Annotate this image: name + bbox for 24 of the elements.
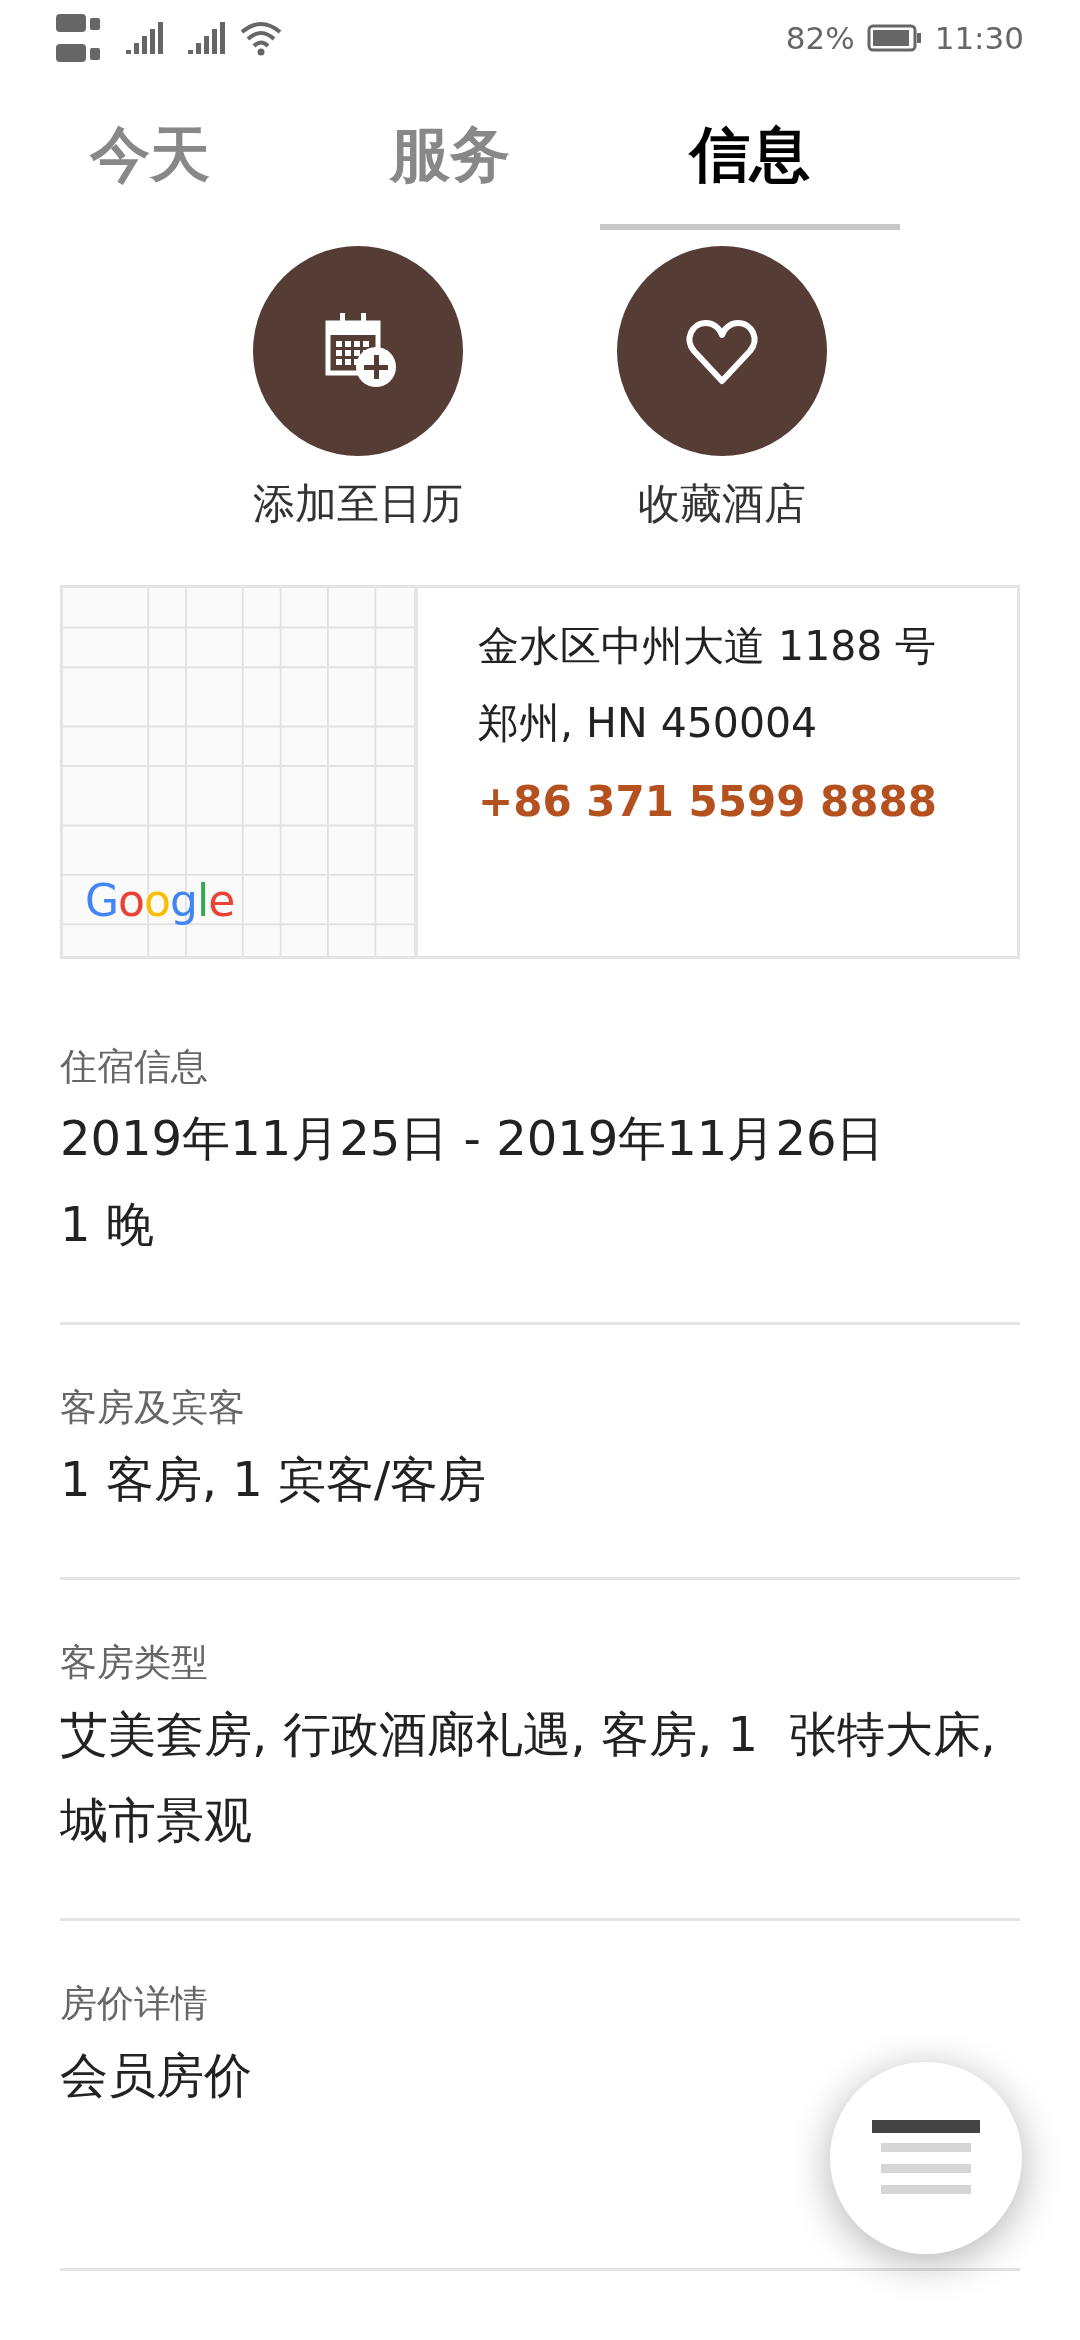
section-value: 1 客房, 1 宾客/客房 — [60, 1450, 488, 1509]
section-label: 房价详情 — [60, 1981, 209, 2027]
section-label: 住宿信息 — [60, 1044, 209, 1090]
section-label: 客房类型 — [60, 1640, 209, 1686]
action-label: 收藏酒店 — [638, 478, 806, 530]
phone-link[interactable]: +86 371 5599 8888 — [478, 770, 937, 833]
section-value: 1 晚 — [60, 1195, 155, 1254]
tab[interactable]: 服务 — [300, 84, 600, 230]
action-label: 添加至日历 — [253, 478, 463, 530]
battery-percent: 82% — [785, 18, 855, 58]
tab[interactable]: 今天 — [0, 84, 300, 230]
address-line: 金水区中州大道 1188 号 — [478, 621, 937, 672]
battery-icon — [866, 23, 923, 53]
section-value: 2019年11月25日 - 2019年11月26日 — [60, 1109, 886, 1168]
map-attribution: Google — [85, 874, 235, 928]
section-value: 会员房价 — [60, 2046, 253, 2105]
sim-badges-icon — [56, 12, 102, 64]
clock-time: 11:30 — [934, 18, 1024, 58]
menu-icon — [872, 2120, 980, 2196]
section-label: 客房及宾客 — [60, 1385, 246, 1431]
wifi-icon — [240, 20, 282, 56]
section-value: 艾美套房, 行政酒廊礼遇, 客房, 1 张特大床, 城市景观 — [60, 1705, 997, 1850]
address-line: 郑州, HN 450004 — [478, 698, 819, 749]
tab[interactable]: 信息 — [600, 84, 900, 230]
